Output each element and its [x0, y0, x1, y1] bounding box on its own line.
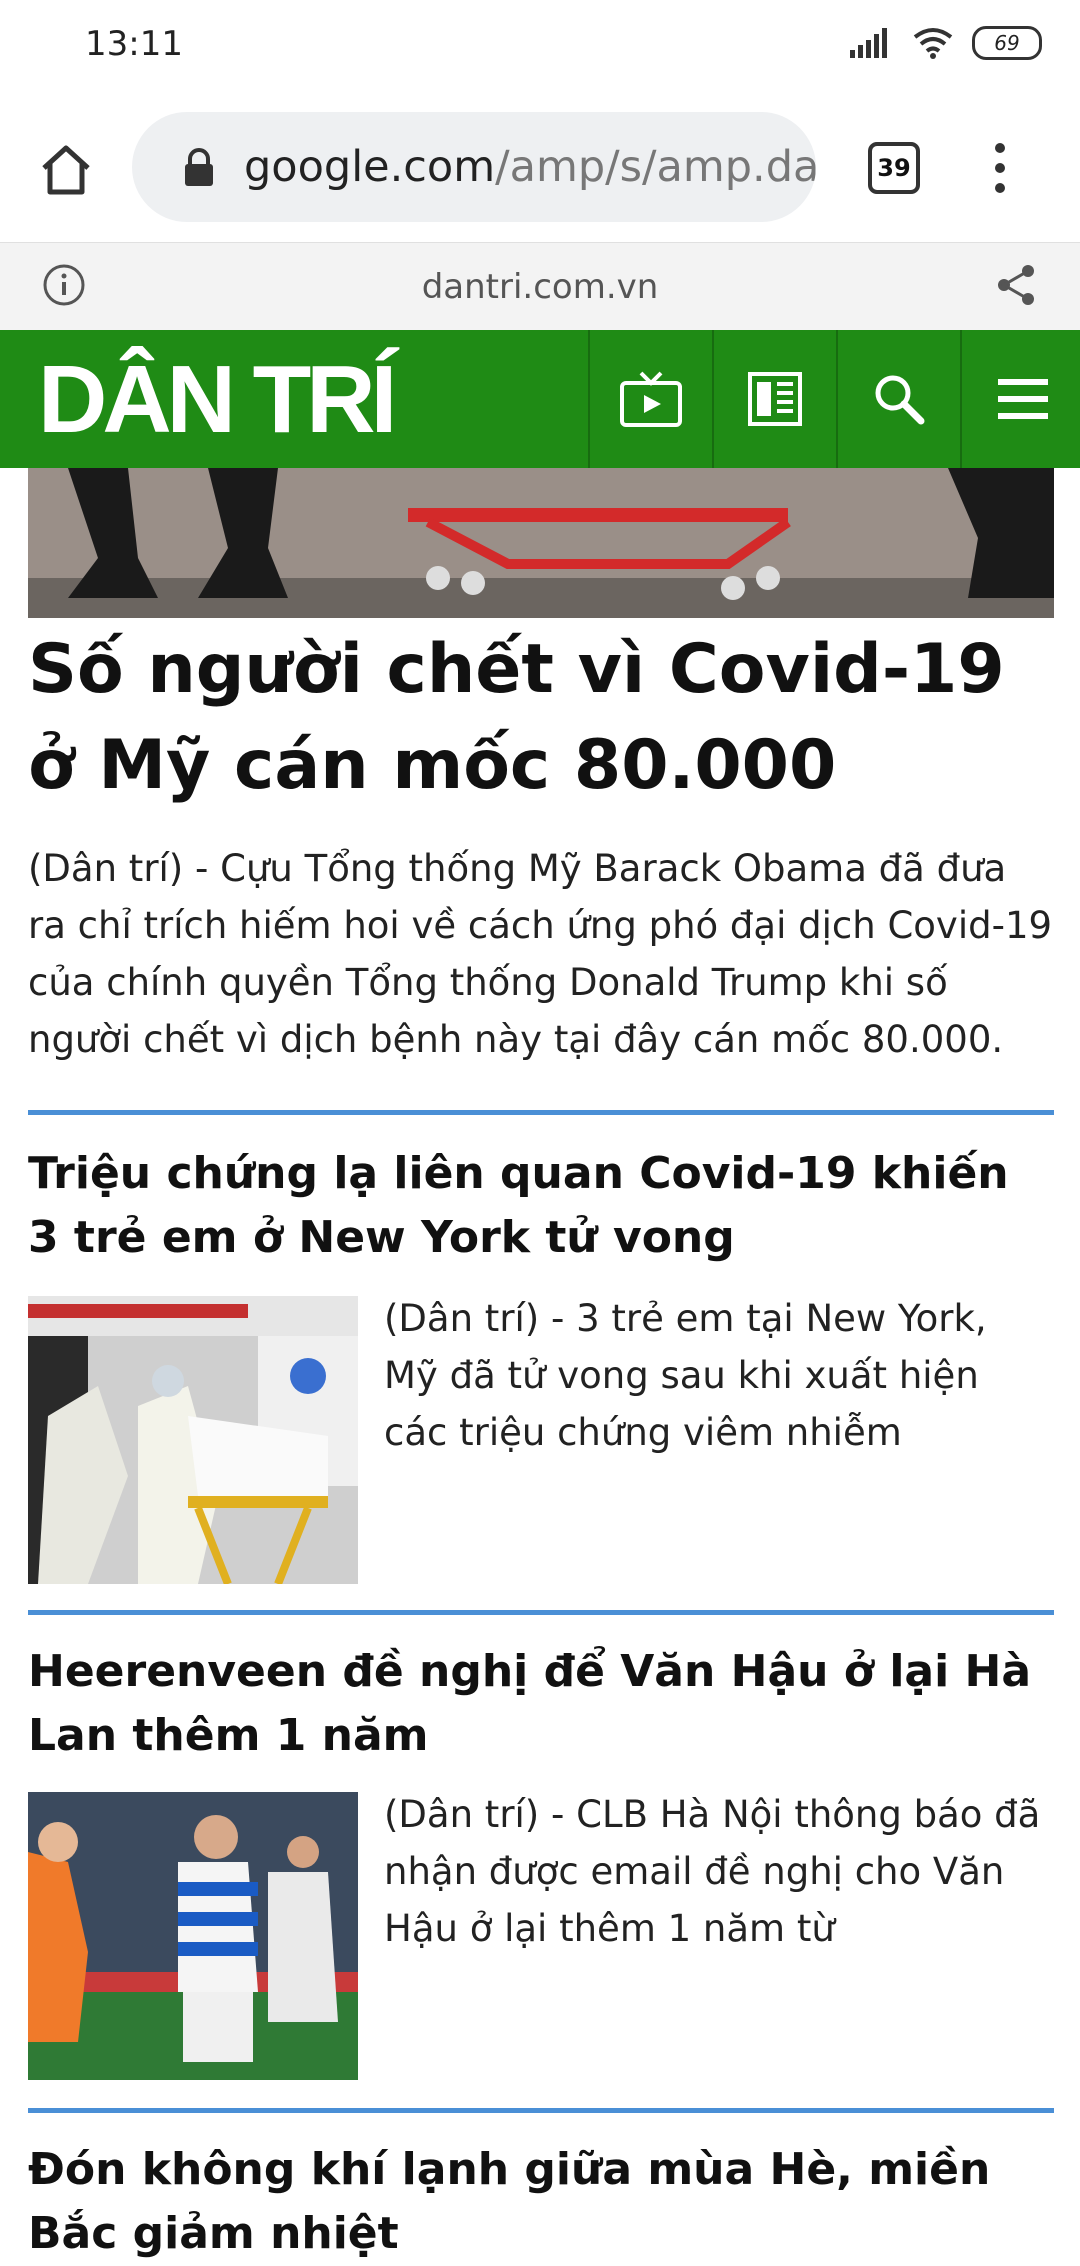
- article-thumbnail[interactable]: [28, 1792, 358, 2080]
- menu-button[interactable]: [960, 330, 1080, 468]
- url-path: /amp/s/amp.da: [495, 142, 816, 192]
- lead-article-summary: (Dân trí) - Cựu Tổng thống Mỹ Barack Oba…: [28, 847, 1053, 1061]
- status-time: 13:11: [85, 24, 183, 64]
- lead-image-graphic: [28, 468, 1054, 618]
- article-title[interactable]: Heerenveen đề nghị để Văn Hậu ở lại Hà L…: [28, 1640, 1054, 1768]
- article-title[interactable]: Đón không khí lạnh giữa mùa Hè, miền Bắc…: [28, 2138, 1054, 2266]
- tab-switcher-button[interactable]: 39: [868, 142, 920, 194]
- article-thumbnail-graphic: [28, 1296, 358, 1584]
- search-icon: [875, 375, 925, 425]
- newspaper-icon: [748, 372, 802, 426]
- article-thumbnail[interactable]: [28, 1296, 358, 1584]
- article-summary: (Dân trí) - 3 trẻ em tại New York, Mỹ đã…: [384, 1297, 987, 1454]
- tv-icon: [620, 371, 682, 427]
- article-divider: [28, 1110, 1054, 1115]
- article-divider: [28, 2108, 1054, 2113]
- url-host: google.com: [244, 142, 496, 192]
- site-logo[interactable]: DÂN TRÍ: [38, 352, 397, 448]
- lead-article-image[interactable]: [28, 468, 1054, 618]
- hamburger-icon: [998, 379, 1048, 419]
- amp-header-bar: dantri.com.vn: [0, 242, 1080, 331]
- lead-article-title[interactable]: Số người chết vì Covid-19 ở Mỹ cán mốc 8…: [28, 622, 1054, 814]
- lock-icon: [185, 148, 213, 186]
- signal-icon: [850, 28, 887, 58]
- battery-indicator: 69: [972, 26, 1042, 60]
- home-icon[interactable]: [38, 142, 94, 198]
- article-divider: [28, 1610, 1054, 1615]
- browser-toolbar: google.com/amp/s/amp.da 39: [0, 92, 1080, 242]
- share-icon[interactable]: [994, 263, 1038, 307]
- url-text: google.com/amp/s/amp.da: [244, 142, 816, 192]
- status-icons: 69: [850, 26, 1042, 60]
- more-options-icon[interactable]: [990, 140, 1010, 196]
- news-list-button[interactable]: [712, 330, 836, 468]
- status-bar: 13:11 69: [0, 0, 1080, 92]
- search-button[interactable]: [836, 330, 960, 468]
- wifi-icon: [913, 28, 953, 59]
- video-button[interactable]: [588, 330, 712, 468]
- site-header: DÂN TRÍ: [0, 330, 1080, 468]
- article-summary: (Dân trí) - CLB Hà Nội thông báo đã nhận…: [384, 1793, 1041, 1950]
- article-thumbnail-graphic: [28, 1792, 358, 2080]
- article-title[interactable]: Triệu chứng lạ liên quan Covid-19 khiến …: [28, 1142, 1054, 1270]
- address-bar[interactable]: google.com/amp/s/amp.da: [132, 112, 816, 222]
- amp-domain[interactable]: dantri.com.vn: [0, 267, 1080, 307]
